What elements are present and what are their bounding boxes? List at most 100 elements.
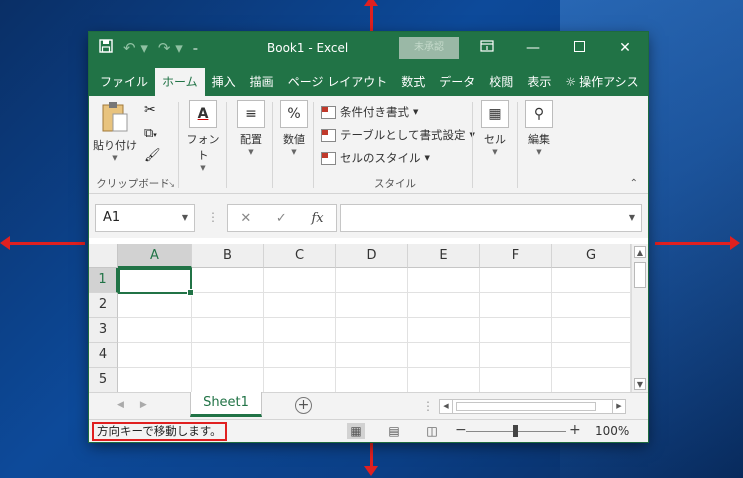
- zoom-in-icon[interactable]: +: [569, 422, 581, 438]
- ribbon-display-icon[interactable]: [464, 32, 510, 64]
- cells-button[interactable]: ▦ セル ▼: [477, 100, 513, 156]
- minimize-icon[interactable]: —: [510, 32, 556, 64]
- copy-icon[interactable]: ⧉▾: [144, 126, 157, 141]
- grid-cell[interactable]: [192, 368, 264, 393]
- grid-cell[interactable]: [264, 293, 336, 318]
- share-user-icon[interactable]: ⚲: [646, 68, 648, 96]
- alignment-button[interactable]: ≡ 配置 ▼: [231, 100, 271, 156]
- grid-cell[interactable]: [408, 318, 480, 343]
- row-header[interactable]: 3: [89, 318, 118, 343]
- grid-cell[interactable]: [336, 268, 408, 293]
- grid-cell[interactable]: [552, 268, 631, 293]
- grid-cell[interactable]: [336, 293, 408, 318]
- tab-review[interactable]: 校閲: [482, 68, 520, 96]
- page-break-view-icon[interactable]: ◫: [423, 423, 441, 439]
- grid-cell[interactable]: [264, 318, 336, 343]
- grid-cell[interactable]: [552, 318, 631, 343]
- grid-cell[interactable]: [408, 343, 480, 368]
- tab-draw[interactable]: 描画: [243, 68, 281, 96]
- active-cell[interactable]: [118, 268, 194, 296]
- row-header[interactable]: 4: [89, 343, 118, 368]
- grid-cell[interactable]: [118, 293, 192, 318]
- grid-cell[interactable]: [552, 343, 631, 368]
- name-box[interactable]: A1 ▼: [95, 204, 195, 232]
- scroll-thumb[interactable]: [456, 402, 596, 411]
- cut-icon[interactable]: ✂: [144, 102, 156, 118]
- cell-styles-button[interactable]: セルのスタイル ▼: [321, 150, 430, 166]
- grid-cell[interactable]: [192, 343, 264, 368]
- normal-view-icon[interactable]: ▦: [347, 423, 365, 439]
- grid-cell[interactable]: [552, 293, 631, 318]
- save-icon[interactable]: [99, 39, 113, 57]
- tab-formulas[interactable]: 数式: [394, 68, 432, 96]
- font-button[interactable]: A フォント ▼: [183, 100, 223, 172]
- enter-icon[interactable]: ✓: [276, 211, 287, 226]
- grid-cell[interactable]: [192, 293, 264, 318]
- vertical-scrollbar[interactable]: ▲ ▼: [631, 244, 648, 392]
- row-header[interactable]: 5: [89, 368, 118, 393]
- paste-button[interactable]: 貼り付け ▼: [93, 100, 137, 162]
- zoom-level[interactable]: 100%: [595, 424, 629, 438]
- zoom-out-icon[interactable]: −: [455, 422, 467, 438]
- horizontal-scrollbar[interactable]: ◀ ▶: [439, 399, 626, 414]
- column-header[interactable]: B: [192, 244, 264, 268]
- grid-cell[interactable]: [408, 293, 480, 318]
- scroll-left-icon[interactable]: ◀: [440, 400, 453, 413]
- editing-button[interactable]: ⚲ 編集 ▼: [521, 100, 557, 156]
- add-sheet-icon[interactable]: +: [295, 397, 312, 414]
- grid-cell[interactable]: [480, 368, 552, 393]
- conditional-format-button[interactable]: 条件付き書式 ▼: [321, 104, 418, 120]
- grid-cell[interactable]: [336, 368, 408, 393]
- column-header[interactable]: G: [552, 244, 631, 268]
- column-header[interactable]: A: [118, 244, 192, 268]
- formula-bar-grip[interactable]: ⋮: [207, 210, 219, 224]
- close-icon[interactable]: ✕: [602, 32, 648, 64]
- row-header[interactable]: 2: [89, 293, 118, 318]
- grid-cell[interactable]: [480, 293, 552, 318]
- tab-data[interactable]: データ: [432, 68, 482, 96]
- sheet-tab-sheet1[interactable]: Sheet1: [190, 392, 262, 417]
- formula-input[interactable]: ▼: [340, 204, 642, 232]
- collapse-ribbon-icon[interactable]: ⌃: [630, 178, 638, 189]
- format-as-table-button[interactable]: テーブルとして書式設定 ▼: [321, 127, 475, 143]
- tab-split-grip[interactable]: ⋮: [422, 399, 434, 413]
- tab-page-layout[interactable]: ページ レイアウト: [281, 68, 395, 96]
- tab-home[interactable]: ホーム: [155, 68, 205, 96]
- scroll-right-icon[interactable]: ▶: [612, 400, 625, 413]
- sheet-nav-icons[interactable]: ◀▶: [117, 400, 163, 410]
- grid-cell[interactable]: [118, 368, 192, 393]
- grid-cell[interactable]: [118, 343, 192, 368]
- scroll-down-icon[interactable]: ▼: [634, 378, 646, 390]
- format-painter-icon[interactable]: 🖌: [144, 148, 161, 163]
- grid-cell[interactable]: [336, 343, 408, 368]
- grid-cell[interactable]: [408, 268, 480, 293]
- grid-cell[interactable]: [480, 268, 552, 293]
- column-header[interactable]: C: [264, 244, 336, 268]
- grid-cell[interactable]: [480, 343, 552, 368]
- column-header[interactable]: E: [408, 244, 480, 268]
- grid-cell[interactable]: [336, 318, 408, 343]
- customize-icon[interactable]: ₌: [193, 43, 198, 54]
- grid-cell[interactable]: [408, 368, 480, 393]
- grid-cell[interactable]: [118, 318, 192, 343]
- tab-file[interactable]: ファイル: [93, 68, 155, 96]
- grid-cell[interactable]: [552, 368, 631, 393]
- tab-insert[interactable]: 挿入: [205, 68, 243, 96]
- grid-cell[interactable]: [192, 318, 264, 343]
- scroll-thumb[interactable]: [634, 262, 646, 288]
- undo-icon[interactable]: ↶ ▾: [123, 39, 148, 57]
- redo-icon[interactable]: ↷ ▾: [158, 39, 183, 57]
- column-header[interactable]: F: [480, 244, 552, 268]
- zoom-slider-thumb[interactable]: [513, 425, 518, 437]
- cancel-icon[interactable]: ✕: [240, 211, 251, 226]
- dialog-launcher-icon[interactable]: ↘: [168, 180, 175, 189]
- tab-tell-me[interactable]: ☼ 操作アシス: [558, 68, 645, 96]
- grid-cell[interactable]: [480, 318, 552, 343]
- grid-cell[interactable]: [264, 368, 336, 393]
- signin-button[interactable]: 未承認: [399, 37, 459, 59]
- maximize-icon[interactable]: [556, 32, 602, 64]
- grid-cell[interactable]: [192, 268, 264, 293]
- insert-function-icon[interactable]: fx: [311, 211, 323, 226]
- column-header[interactable]: D: [336, 244, 408, 268]
- grid-cell[interactable]: [264, 268, 336, 293]
